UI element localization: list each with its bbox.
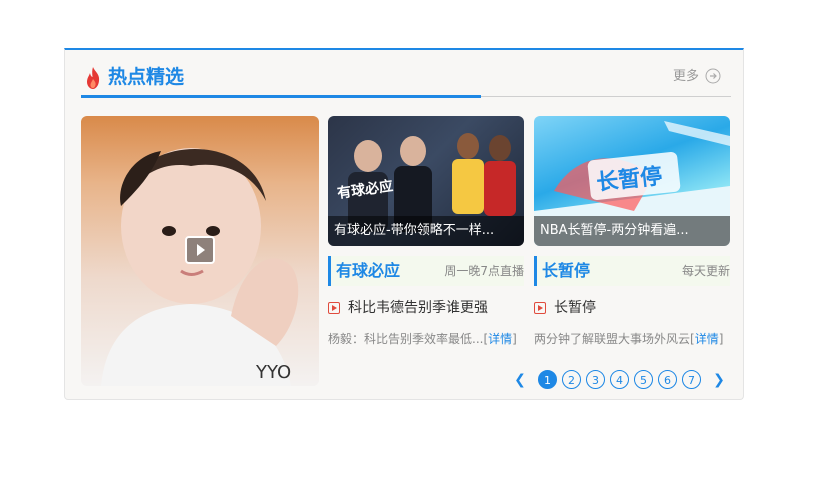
header-accent-bar bbox=[81, 95, 481, 98]
section-header: 热点精选 更多 bbox=[81, 62, 731, 98]
program-title[interactable]: 有球必应 bbox=[336, 258, 400, 284]
arrow-circle-right-icon[interactable] bbox=[705, 68, 721, 84]
thumb-caption-1: 有球必应-带你领略不一样... bbox=[328, 216, 524, 246]
video-link[interactable]: 科比韦德告别季谁更强 bbox=[328, 298, 524, 320]
video-icon bbox=[534, 302, 546, 314]
page-1[interactable]: 1 bbox=[538, 370, 557, 389]
video-link-text[interactable]: 科比韦德告别季谁更强 bbox=[348, 298, 488, 318]
detail-link[interactable]: 详情 bbox=[488, 332, 512, 346]
video-icon bbox=[328, 302, 340, 314]
program-header: 有球必应 周一晚7点直播 bbox=[328, 256, 524, 286]
thumb-caption-2: NBA长暂停-两分钟看遍... bbox=[534, 216, 730, 246]
video-thumb-2[interactable]: 长暂停 NBA长暂停-两分钟看遍... bbox=[534, 116, 730, 246]
page-7[interactable]: 7 bbox=[682, 370, 701, 389]
page-6[interactable]: 6 bbox=[658, 370, 677, 389]
page-2[interactable]: 2 bbox=[562, 370, 581, 389]
fire-icon bbox=[87, 67, 100, 89]
program-description: 杨毅：科比告别季效率最低...[详情] bbox=[328, 332, 517, 346]
play-icon[interactable] bbox=[185, 236, 215, 264]
program-description: 两分钟了解联盟大事场外风云[详情] bbox=[534, 332, 724, 346]
program-column-1: 有球必应 周一晚7点直播 科比韦德告别季谁更强 杨毅：科比告别季效率最低...[… bbox=[328, 256, 524, 348]
video-link-text[interactable]: 长暂停 bbox=[554, 298, 596, 318]
program-column-2: 长暂停 每天更新 长暂停 两分钟了解联盟大事场外风云[详情] bbox=[534, 256, 730, 348]
program-title[interactable]: 长暂停 bbox=[542, 258, 590, 284]
video-thumb-1[interactable]: 有球必应 有球必应-带你领略不一样... bbox=[328, 116, 524, 246]
program-schedule: 周一晚7点直播 bbox=[444, 264, 524, 278]
page-5[interactable]: 5 bbox=[634, 370, 653, 389]
program-header: 长暂停 每天更新 bbox=[534, 256, 730, 286]
video-link[interactable]: 长暂停 bbox=[534, 298, 730, 320]
chevron-left-icon[interactable]: ❮ bbox=[510, 370, 530, 390]
svg-text:YYO: YYO bbox=[255, 362, 291, 383]
more-link[interactable]: 更多 bbox=[673, 67, 699, 87]
program-schedule: 每天更新 bbox=[681, 264, 730, 278]
page-3[interactable]: 3 bbox=[586, 370, 605, 389]
featured-image[interactable]: YYO bbox=[81, 116, 319, 386]
section-title: 热点精选 bbox=[108, 66, 185, 88]
hot-picks-panel: 热点精选 更多 YYO 有球必应 有球必应-带你领略不一样... 长暂停 NBA… bbox=[64, 48, 744, 400]
chevron-right-icon[interactable]: ❯ bbox=[709, 370, 729, 390]
detail-link[interactable]: 详情 bbox=[695, 332, 719, 346]
page-4[interactable]: 4 bbox=[610, 370, 629, 389]
